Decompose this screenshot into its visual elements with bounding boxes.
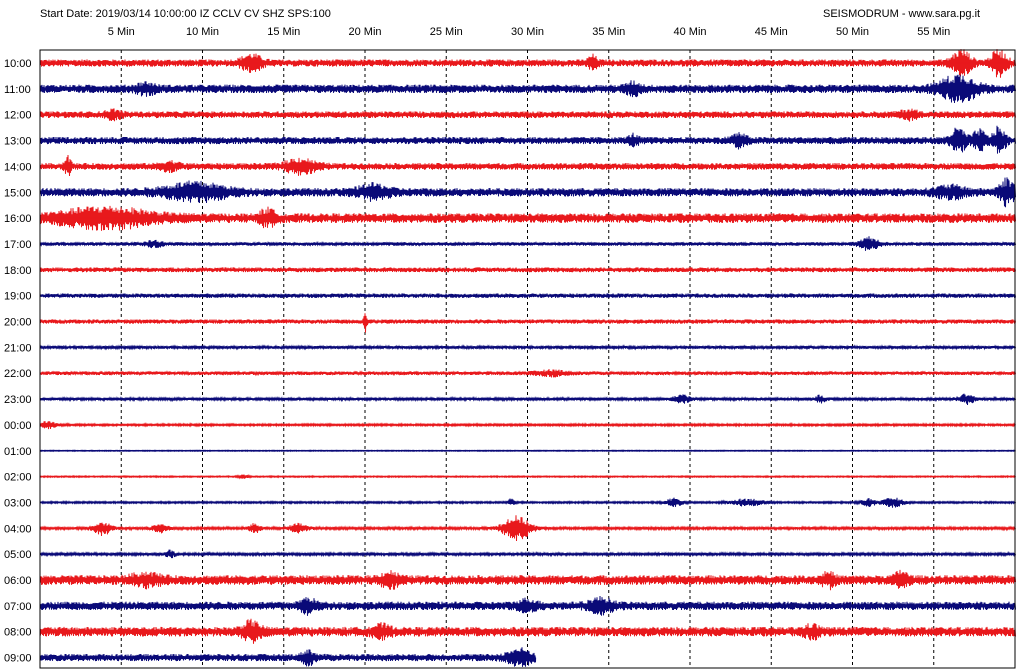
row-label-1700: 17:00 — [4, 239, 32, 251]
row-label-0800: 08:00 — [4, 627, 32, 639]
x-tick-label-25: 25 Min — [430, 26, 463, 38]
x-tick-label-40: 40 Min — [673, 26, 706, 38]
row-label-0200: 02:00 — [4, 472, 32, 484]
row-label-2300: 23:00 — [4, 394, 32, 406]
row-label-1800: 18:00 — [4, 265, 32, 277]
x-tick-label-15: 15 Min — [267, 26, 300, 38]
row-label-0600: 06:00 — [4, 575, 32, 587]
row-label-0700: 07:00 — [4, 601, 32, 613]
row-label-0400: 04:00 — [4, 523, 32, 535]
row-label-1100: 11:00 — [4, 84, 31, 96]
x-tick-label-10: 10 Min — [186, 26, 219, 38]
row-label-1200: 12:00 — [4, 110, 32, 122]
row-label-1600: 16:00 — [4, 213, 32, 225]
row-label-1300: 13:00 — [4, 136, 32, 148]
row-label-2000: 20:00 — [4, 317, 32, 329]
row-label-0300: 03:00 — [4, 497, 32, 509]
row-label-1500: 15:00 — [4, 187, 32, 199]
x-tick-label-5: 5 Min — [108, 26, 135, 38]
chart-source: SEISMODRUM - www.sara.pg.it — [823, 8, 980, 20]
x-tick-label-35: 35 Min — [592, 26, 625, 38]
x-tick-label-55: 55 Min — [917, 26, 950, 38]
row-label-2100: 21:00 — [4, 342, 32, 354]
x-tick-label-20: 20 Min — [348, 26, 381, 38]
seismogram-chart: Start Date: 2019/03/14 10:00:00 IZ CCLV … — [0, 0, 1016, 669]
x-tick-label-45: 45 Min — [755, 26, 788, 38]
row-label-0500: 05:00 — [4, 549, 32, 561]
row-label-0000: 00:00 — [4, 420, 32, 432]
chart-title: Start Date: 2019/03/14 10:00:00 IZ CCLV … — [40, 8, 331, 20]
x-tick-label-50: 50 Min — [836, 26, 869, 38]
row-label-0900: 09:00 — [4, 653, 32, 665]
row-label-1400: 14:00 — [4, 161, 32, 173]
row-label-1900: 19:00 — [4, 291, 32, 303]
row-label-1000: 10:00 — [4, 58, 32, 70]
x-tick-label-30: 30 Min — [511, 26, 544, 38]
row-label-2200: 22:00 — [4, 368, 32, 380]
row-label-0100: 01:00 — [4, 446, 32, 458]
